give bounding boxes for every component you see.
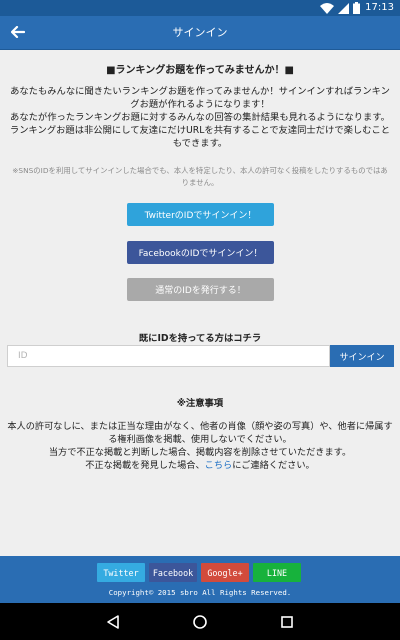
status-bar: 17:13 [0, 0, 400, 16]
system-nav-bar [0, 603, 400, 640]
footer: Twitter Facebook Google+ LINE Copyright©… [0, 556, 400, 603]
wifi-icon [320, 2, 334, 14]
nav-recents-button[interactable] [277, 612, 297, 632]
status-time: 17:13 [365, 2, 394, 13]
share-twitter-button[interactable]: Twitter [97, 563, 145, 582]
signal-icon [338, 2, 349, 14]
share-line-button[interactable]: LINE [253, 563, 301, 582]
intro-line: あなたが作ったランキングお題に対するみんなの回答の集計結果も見れるようになります… [10, 112, 390, 123]
signin-content: ■ランキングお題を作ってみませんか！■ あなたもみんなに聞きたいランキングお題を… [0, 51, 400, 556]
existing-id-label: 既にIDを持ってる方はコチラ [138, 333, 262, 344]
twitter-signin-button[interactable]: TwitterのIDでサインイン！ [127, 203, 274, 226]
contact-link[interactable]: こちら [205, 460, 233, 471]
caution-line: 本人の許可なしに、または正当な理由がなく、他者の肖像（顔や姿の写真）や、他者に帰… [7, 421, 393, 445]
copyright: Copyright© 2015 sbro All Rights Reserved… [108, 588, 292, 597]
contact-suffix: にご連絡ください。 [232, 460, 315, 471]
battery-icon [353, 2, 360, 14]
share-facebook-button[interactable]: Facebook [149, 563, 197, 582]
back-button[interactable] [6, 20, 30, 44]
sns-note: ※SNSのIDを利用してサインインした場合でも、本人を特定したり、本人の許可なく… [12, 166, 388, 187]
caution-line: 当方で不正な掲載と判断した場合、掲載内容を削除させていただきます。 [48, 447, 352, 458]
status-icons [320, 2, 360, 14]
issue-id-button[interactable]: 通常のIDを発行する！ [127, 278, 274, 301]
signin-button[interactable]: サインイン [330, 345, 394, 367]
home-circle-icon [193, 615, 207, 629]
back-triangle-icon [107, 615, 119, 629]
nav-back-button[interactable] [103, 612, 123, 632]
intro-line: ランキングお題は非公開にして友達にだけURLを共有することで友達同士だけで楽しむ… [9, 125, 391, 149]
nav-home-button[interactable] [190, 612, 210, 632]
back-arrow-icon [11, 26, 25, 38]
headline: ■ランキングお題を作ってみませんか！■ [106, 65, 294, 76]
caution-title: ※注意事項 [176, 398, 224, 409]
intro-text: あなたもみんなに聞きたいランキングお題を作ってみませんか！サインインすればランキ… [6, 85, 394, 150]
share-google-button[interactable]: Google+ [201, 563, 249, 582]
id-input[interactable] [7, 345, 330, 367]
contact-prefix: 不正な掲載を発見した場合、 [85, 460, 205, 471]
caution-body: 本人の許可なしに、または正当な理由がなく、他者の肖像（顔や姿の写真）や、他者に帰… [6, 420, 394, 472]
share-buttons: Twitter Facebook Google+ LINE [97, 563, 301, 582]
facebook-signin-button[interactable]: FacebookのIDでサインイン！ [127, 241, 274, 264]
recents-square-icon [281, 616, 293, 628]
caution-contact-line: 不正な掲載を発見した場合、こちらにご連絡ください。 [6, 459, 394, 472]
page-title: サインイン [172, 26, 228, 39]
intro-line: あなたもみんなに聞きたいランキングお題を作ってみませんか！サインインすればランキ… [10, 86, 390, 110]
app-bar: サインイン [0, 16, 400, 50]
